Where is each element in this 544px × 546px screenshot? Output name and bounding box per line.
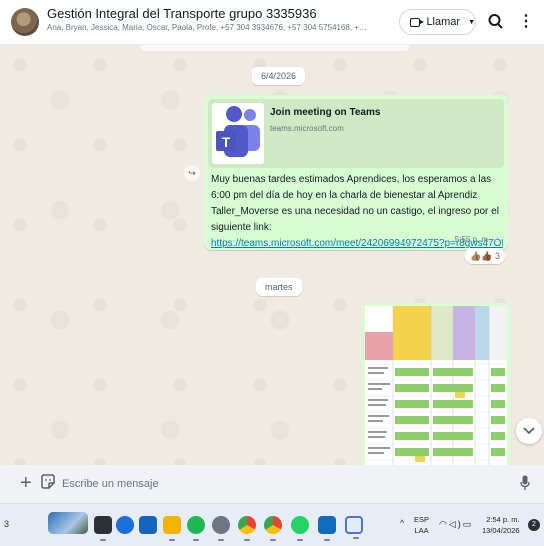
reaction-badge[interactable]: 👍🏽👍🏾 3 [465, 248, 505, 264]
chat-members: Ana, Bryan, Jessica, Maria, Oscar, Paola… [47, 23, 367, 32]
reaction-count: 3 [494, 251, 500, 261]
system-tray-icons[interactable]: ◠◁)▭ [439, 519, 473, 530]
notification-badge[interactable]: 2 [528, 519, 540, 531]
more-vertical-icon[interactable]: ⋮ [518, 13, 534, 31]
microphone-icon[interactable] [520, 475, 530, 491]
chat-title-block[interactable]: Gestión Integral del Transporte grupo 33… [47, 6, 377, 34]
system-clock[interactable]: 2:54 p. m. 13/04/2026 [482, 514, 520, 536]
volume-icon: ◁) [448, 519, 463, 529]
whatsapp-icon[interactable] [291, 516, 309, 541]
chat-area[interactable]: 6/4/2026 ↪ T Join meeting on Teams teams… [0, 45, 544, 465]
language-bottom: LAA [414, 526, 429, 535]
clock-time: 2:54 p. m. [486, 515, 520, 524]
link-preview-title: Join meeting on Teams [270, 107, 381, 118]
chevron-up-icon[interactable]: ^ [400, 518, 404, 528]
chevron-down-icon [523, 427, 535, 435]
video-camera-icon [410, 17, 426, 27]
message-body: Muy buenas tardes estimados Aprendices, … [211, 174, 499, 233]
date-separator: martes [256, 278, 302, 296]
message-input[interactable] [62, 470, 492, 497]
link-preview[interactable]: T Join meeting on Teams teams.microsoft.… [208, 99, 504, 168]
microsoft-store-icon[interactable] [139, 516, 157, 534]
spreadsheet-image [365, 306, 507, 465]
sticker-icon[interactable] [40, 474, 56, 490]
plus-icon[interactable]: + [20, 472, 32, 494]
snipping-tool-icon[interactable] [345, 516, 363, 539]
message-bubble[interactable]: T Join meeting on Teams teams.microsoft.… [204, 95, 508, 250]
chat-title: Gestión Integral del Transporte grupo 33… [47, 6, 317, 21]
clock-date: 13/04/2026 [482, 526, 520, 535]
language-indicator[interactable]: ESP LAA [414, 514, 429, 536]
call-button-label: Llamar [426, 16, 461, 28]
language-top: ESP [414, 515, 430, 524]
chrome-icon[interactable] [264, 516, 282, 541]
outlook-icon[interactable] [318, 516, 336, 541]
link-preview-domain: teams.microsoft.com [270, 124, 344, 133]
teams-logo-icon: T [212, 103, 264, 164]
chevron-down-icon: ▼ [468, 18, 475, 26]
copilot-icon[interactable] [116, 516, 134, 534]
reaction-emojis: 👍🏽👍🏾 [470, 251, 493, 261]
file-manager-icon[interactable] [163, 516, 181, 541]
image-message[interactable] [362, 303, 510, 465]
file-explorer-icon[interactable] [94, 516, 112, 541]
svg-text:T: T [222, 134, 231, 150]
wifi-icon: ◠ [439, 519, 449, 529]
group-avatar[interactable] [11, 8, 39, 36]
spotify-icon[interactable] [187, 516, 205, 541]
date-separator: 6/4/2026 [252, 67, 306, 85]
chrome-icon[interactable] [238, 516, 256, 541]
windows-taskbar: 3 ^ ESP LAA ◠◁)▭ 2:54 p. m. 13/04/2026 2 [0, 503, 544, 546]
message-time: 5:55 p. m. ✓ [455, 235, 500, 244]
battery-icon: ▭ [462, 519, 474, 529]
search-icon[interactable] [487, 12, 505, 32]
taskbar-left-text: 3 [4, 519, 10, 529]
message-composer: + [0, 465, 544, 503]
settings-icon[interactable] [212, 516, 230, 541]
read-tick-icon: ✓ [493, 235, 500, 244]
message-timestamp: 5:55 p. m. [454, 235, 491, 244]
call-button[interactable]: Llamar ▼ [399, 9, 476, 35]
photos-widget-icon[interactable] [48, 512, 88, 534]
forward-icon[interactable]: ↪ [184, 165, 200, 181]
chat-header: Gestión Integral del Transporte grupo 33… [0, 0, 544, 45]
system-message [140, 45, 410, 51]
scroll-down-button[interactable] [516, 418, 542, 444]
